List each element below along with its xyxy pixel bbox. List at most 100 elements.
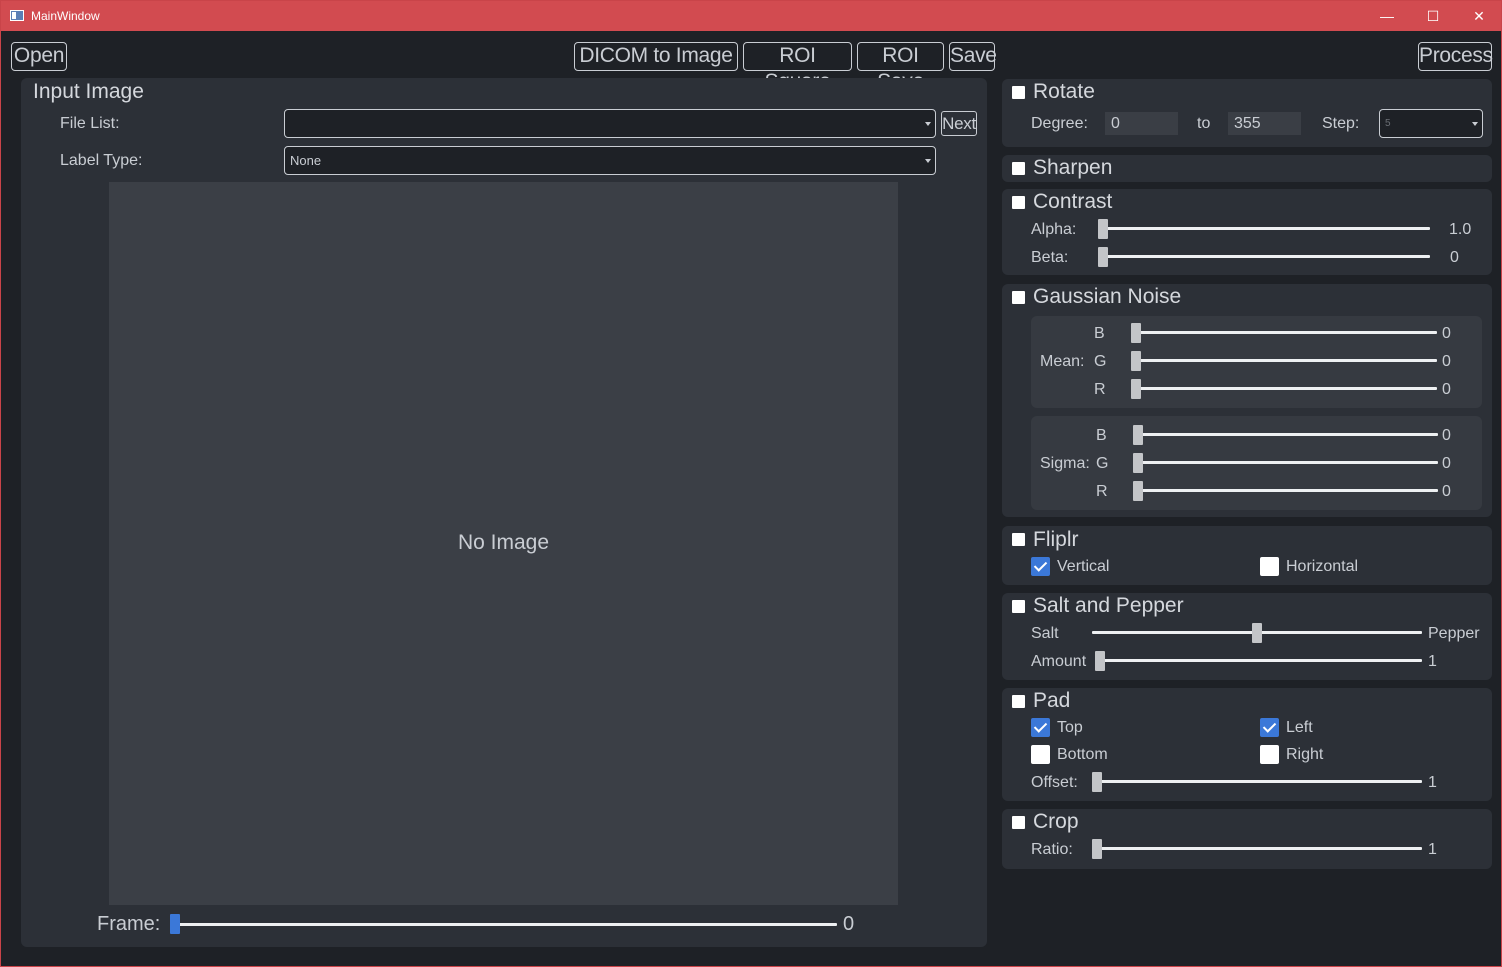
sigma-g-value: 0 [1442,455,1451,472]
window-title: MainWindow [31,9,100,23]
close-button[interactable]: ✕ [1456,1,1502,31]
pad-right-checkbox[interactable] [1260,745,1279,764]
title-bar: MainWindow — ☐ ✕ [1,1,1501,31]
alpha-label: Alpha: [1031,221,1077,238]
main-window: MainWindow — ☐ ✕ Open DICOM to Image ROI… [0,0,1502,967]
roi-square-button[interactable]: ROI Square [743,42,852,93]
mean-b-slider[interactable] [1132,331,1437,334]
mean-r-slider[interactable] [1132,387,1437,390]
mean-g-label: G [1094,353,1107,370]
fliplr-title: Fliplr [1033,528,1079,551]
ratio-label: Ratio: [1031,841,1073,858]
crop-title: Crop [1033,810,1079,833]
chevron-down-icon [925,122,931,126]
mean-b-slider-handle[interactable] [1131,323,1141,343]
horizontal-checkbox[interactable] [1260,557,1279,576]
gaussian-noise-checkbox[interactable] [1012,291,1025,304]
degree-from-input[interactable]: 0 [1105,112,1178,135]
contrast-checkbox[interactable] [1012,196,1025,209]
label-type-combobox[interactable]: None [284,146,936,175]
sigma-b-slider[interactable] [1134,433,1438,436]
crop-ratio-slider[interactable] [1093,847,1422,850]
pad-left-checkbox[interactable] [1260,718,1279,737]
mean-label: Mean: [1040,353,1085,370]
mean-g-slider[interactable] [1132,359,1437,362]
salt-pepper-checkbox[interactable] [1012,600,1025,613]
crop-checkbox[interactable] [1012,816,1025,829]
rotate-checkbox[interactable] [1012,86,1025,99]
sigma-g-slider[interactable] [1134,461,1438,464]
image-view[interactable]: No Image [109,182,898,905]
degree-to-input[interactable]: 355 [1228,112,1301,135]
crop-ratio-slider-handle[interactable] [1092,839,1102,859]
alpha-slider-handle[interactable] [1098,219,1108,239]
no-image-placeholder: No Image [457,531,550,554]
degree-label: Degree: [1031,115,1088,132]
app-window-icon [10,10,24,21]
frame-slider[interactable] [171,923,837,926]
maximize-button[interactable]: ☐ [1410,1,1456,31]
pad-top-checkbox[interactable] [1031,718,1050,737]
crop-ratio-value: 1 [1428,841,1437,858]
pad-checkbox[interactable] [1012,695,1025,708]
alpha-slider[interactable] [1098,227,1430,230]
roi-save-button[interactable]: ROI Save [857,42,944,93]
minimize-button[interactable]: — [1364,1,1410,31]
gaussian-noise-title: Gaussian Noise [1033,285,1182,308]
file-list-combobox[interactable] [284,109,936,138]
sigma-g-slider-handle[interactable] [1133,453,1143,473]
pad-top-label: Top [1057,719,1083,736]
open-button[interactable]: Open [11,42,67,71]
vertical-label: Vertical [1057,558,1110,575]
frame-slider-handle[interactable] [170,914,180,934]
sigma-label: Sigma: [1040,455,1090,472]
process-button[interactable]: Process [1418,42,1493,71]
amount-value: 1 [1428,653,1437,670]
sharpen-checkbox[interactable] [1012,162,1025,175]
step-combobox[interactable]: 5 [1379,109,1483,138]
offset-slider[interactable] [1093,780,1422,783]
chevron-down-icon [1472,122,1478,126]
pad-bottom-checkbox[interactable] [1031,745,1050,764]
beta-slider-handle[interactable] [1098,247,1108,267]
frame-label: Frame: [97,913,161,935]
next-button[interactable]: Next [941,111,977,136]
mean-b-label: B [1094,325,1105,342]
sigma-r-slider[interactable] [1134,489,1438,492]
label-type-value: None [290,153,322,168]
beta-label: Beta: [1031,249,1069,266]
sigma-r-label: R [1096,483,1108,500]
amount-slider[interactable] [1096,659,1422,662]
save-button[interactable]: Save [949,42,997,71]
step-value: 5 [1385,118,1391,129]
pad-right-label: Right [1286,746,1324,763]
mean-g-slider-handle[interactable] [1131,351,1141,371]
label-type-label: Label Type: [60,152,143,169]
vertical-checkbox[interactable] [1031,557,1050,576]
mean-r-label: R [1094,381,1106,398]
pepper-label: Pepper [1428,625,1480,642]
mean-g-value: 0 [1442,353,1451,370]
amount-slider-handle[interactable] [1095,651,1105,671]
to-label: to [1197,115,1211,132]
offset-label: Offset: [1031,774,1078,791]
pad-title: Pad [1033,689,1071,712]
salt-pepper-title: Salt and Pepper [1033,594,1184,617]
mean-r-slider-handle[interactable] [1131,379,1141,399]
offset-value: 1 [1428,774,1437,791]
sigma-r-slider-handle[interactable] [1133,481,1143,501]
mean-b-value: 0 [1442,325,1451,342]
sigma-b-value: 0 [1442,427,1451,444]
dicom-to-image-button[interactable]: DICOM to Image [574,42,738,71]
sigma-r-value: 0 [1442,483,1451,500]
sigma-g-label: G [1096,455,1109,472]
beta-slider[interactable] [1098,255,1430,258]
offset-slider-handle[interactable] [1092,772,1102,792]
pad-left-label: Left [1286,719,1313,736]
fliplr-checkbox[interactable] [1012,533,1025,546]
salt-pepper-ratio-slider-handle[interactable] [1252,623,1262,643]
amount-label: Amount [1031,653,1087,670]
mean-r-value: 0 [1442,381,1451,398]
pad-bottom-label: Bottom [1057,746,1108,763]
sigma-b-slider-handle[interactable] [1133,425,1143,445]
